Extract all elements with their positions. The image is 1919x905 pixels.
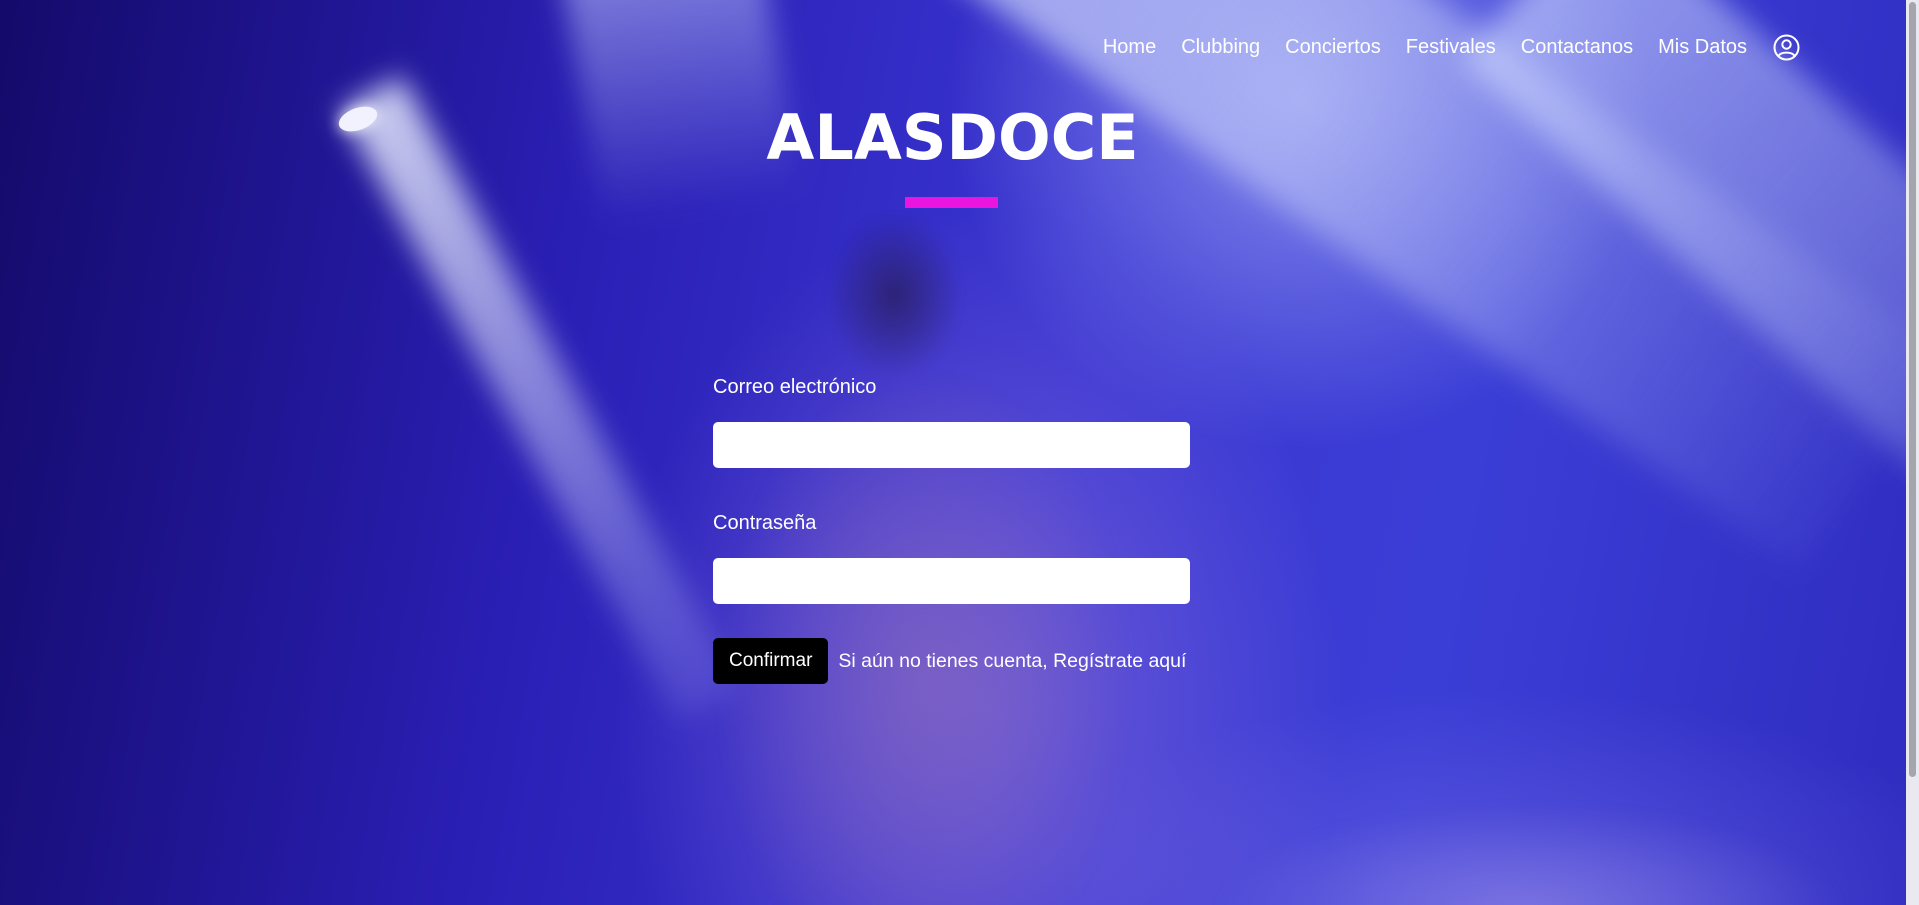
main-navigation: Home Clubbing Conciertos Festivales Cont… <box>1100 31 1800 63</box>
site-title: ALASDOCE <box>766 101 1139 174</box>
nav-link-home[interactable]: Home <box>1103 36 1156 59</box>
scrollbar-thumb[interactable] <box>1909 2 1916 777</box>
register-prompt-text: Si aún no tienes cuenta, <box>838 649 1048 672</box>
login-form: Correo electrónico Contraseña Confirmar … <box>713 372 1190 684</box>
nav-link-festivales[interactable]: Festivales <box>1406 36 1496 59</box>
crowd-silhouette <box>1150 740 1906 905</box>
title-underline-accent <box>905 197 998 208</box>
password-field[interactable] <box>713 558 1190 604</box>
password-label: Contraseña <box>713 512 817 534</box>
form-actions: Confirmar Si aún no tienes cuenta, Regís… <box>713 638 1190 684</box>
confirm-button[interactable]: Confirmar <box>713 638 829 684</box>
vertical-scrollbar[interactable] <box>1906 0 1919 905</box>
nav-link-mis-datos[interactable]: Mis Datos <box>1658 36 1747 59</box>
nav-link-conciertos[interactable]: Conciertos <box>1285 36 1381 59</box>
nav-link-clubbing[interactable]: Clubbing <box>1181 36 1260 59</box>
email-label: Correo electrónico <box>713 376 877 398</box>
user-circle-icon[interactable] <box>1773 34 1800 61</box>
register-link[interactable]: Regístrate aquí <box>1053 650 1186 672</box>
register-prompt: Si aún no tienes cuenta, Regístrate aquí <box>838 650 1186 673</box>
nav-link-contactanos[interactable]: Contactanos <box>1521 36 1633 59</box>
email-field[interactable] <box>713 422 1190 468</box>
